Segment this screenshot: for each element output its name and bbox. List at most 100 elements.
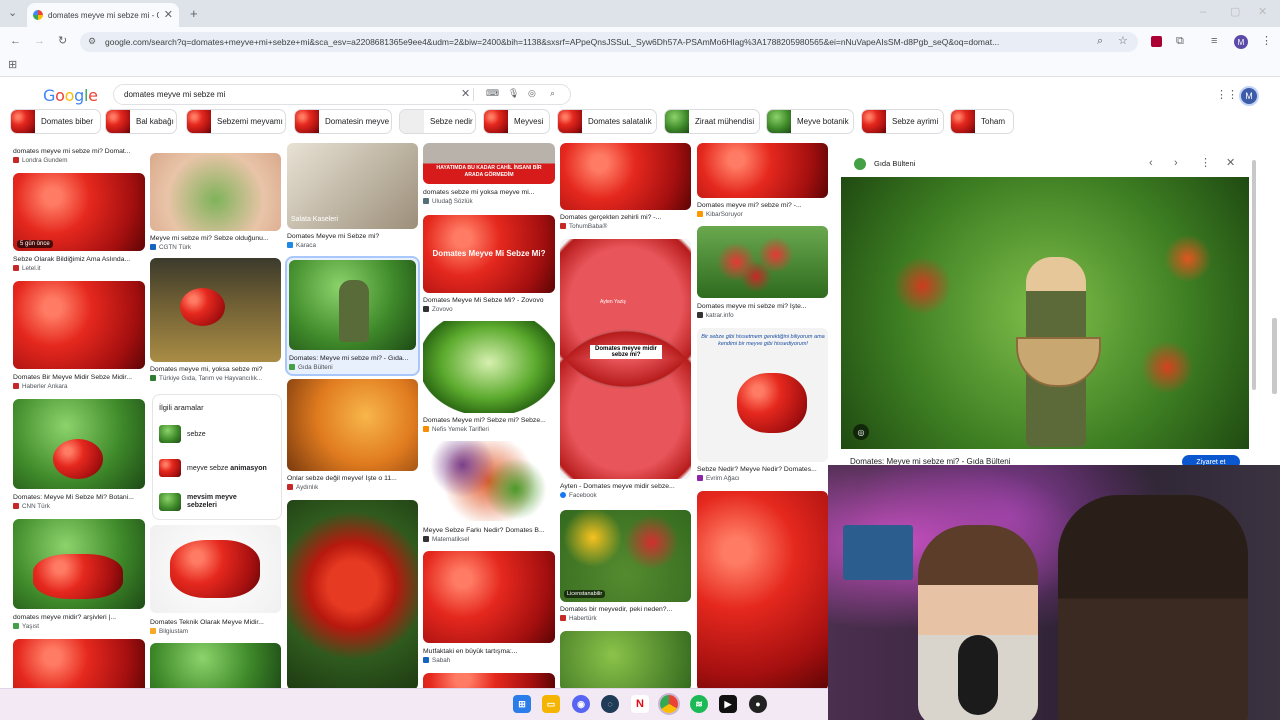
result-image[interactable]: [697, 226, 828, 298]
chip[interactable]: Sebze ayrimi: [861, 109, 944, 134]
chip[interactable]: Meyve botanik: [766, 109, 854, 134]
new-tab-icon[interactable]: +: [190, 7, 198, 20]
google-account-avatar[interactable]: M: [1239, 86, 1259, 106]
result-source[interactable]: TohumBaba®: [560, 223, 690, 230]
close-icon[interactable]: ✕: [164, 9, 173, 21]
result-caption[interactable]: Meyve Sebze Farkı Nedir? Domates B...: [423, 527, 553, 534]
extension-icon[interactable]: [1151, 36, 1162, 47]
result-source[interactable]: Matematiksel: [423, 536, 553, 543]
result-image[interactable]: [13, 281, 145, 369]
extensions-puzzle-icon[interactable]: ⧉: [1176, 36, 1184, 47]
obs-icon[interactable]: ●: [749, 695, 767, 713]
reload-icon[interactable]: ↻: [58, 36, 67, 47]
lens-search-icon[interactable]: ◎: [853, 424, 869, 440]
netflix-icon[interactable]: N: [631, 695, 649, 713]
result-source[interactable]: katrar.info: [697, 312, 827, 319]
media-control-icon[interactable]: ≡: [1211, 36, 1217, 47]
chip[interactable]: Toham: [950, 109, 1014, 134]
result-image[interactable]: [560, 143, 691, 210]
chip[interactable]: Meyvesi: [483, 109, 550, 134]
site-info-icon[interactable]: ⚙: [88, 37, 96, 46]
result-source[interactable]: Facebook: [560, 492, 690, 499]
panel-source-name[interactable]: Gıda Bülteni: [874, 159, 915, 168]
result-caption[interactable]: Domates: Meyve mi sebze mi? - Gıda...: [289, 355, 416, 362]
maximize-icon[interactable]: ▢: [1230, 7, 1240, 18]
related-item[interactable]: meyve sebze animasyon: [159, 459, 267, 477]
chip[interactable]: Ziraat mühendisi: [664, 109, 760, 134]
browser-tab[interactable]: domates meyve mi sebze mi - G ✕: [27, 3, 179, 27]
chip[interactable]: Bal kabağı: [105, 109, 177, 134]
previous-icon[interactable]: ‹: [1149, 158, 1153, 169]
result-caption[interactable]: Domates bir meyvedir, peki neden?...: [560, 606, 690, 613]
result-caption[interactable]: Domates Teknik Olarak Meyve Midir...: [150, 619, 280, 626]
result-source[interactable]: Aydınlık: [287, 484, 417, 491]
result-image[interactable]: [150, 153, 281, 231]
result-caption[interactable]: Domates: Meyve Mi Sebze Mi? Botani...: [13, 494, 143, 501]
result-caption[interactable]: Domates meyve mi, yoksa sebze mi?: [150, 366, 280, 373]
result-source[interactable]: Uludağ Sözlük: [423, 198, 553, 205]
result-image[interactable]: 5 gün önce: [13, 173, 145, 251]
chrome-icon[interactable]: [660, 695, 678, 713]
result-caption[interactable]: Mutfaktaki en büyük tartışma:...: [423, 648, 553, 655]
result-image[interactable]: [289, 260, 416, 350]
minimize-icon[interactable]: –: [1200, 7, 1206, 18]
result-image[interactable]: Salata Kaseleri: [287, 143, 418, 229]
menu-kebab-icon[interactable]: ⋮: [1261, 36, 1272, 47]
result-image[interactable]: [423, 441, 555, 521]
result-source[interactable]: Londra Gundem: [13, 157, 143, 164]
address-bar[interactable]: ⚙ google.com/search?q=domates+meyve+mi+s…: [80, 32, 1138, 52]
result-image[interactable]: [150, 258, 281, 362]
result-image[interactable]: Licenstanabilir: [560, 510, 691, 602]
result-source[interactable]: Türkiye Gıda, Tarım ve Hayvancılık...: [150, 375, 280, 382]
related-item[interactable]: mevsim meyve sebzeleri: [159, 493, 257, 511]
result-image[interactable]: Ayten Yaziş Domates meyve midir sebze mi…: [560, 239, 691, 479]
result-image[interactable]: [287, 500, 418, 688]
result-source[interactable]: Karaca: [287, 242, 417, 249]
result-caption[interactable]: Domates Meyve mi Sebze mi?: [287, 233, 417, 240]
result-caption[interactable]: Onlar sebze değil meyve! İşte o 11...: [287, 475, 417, 482]
next-icon[interactable]: ›: [1174, 158, 1178, 169]
result-caption[interactable]: Domates Meyve mi? Sebze mi? Sebze...: [423, 417, 553, 424]
result-caption[interactable]: Ayten - Domates meyve midir sebze...: [560, 483, 690, 490]
result-caption[interactable]: Meyve mi sebze mi? Sebze olduğunu...: [150, 235, 280, 242]
bookmark-star-icon[interactable]: ☆: [1118, 36, 1128, 47]
result-source[interactable]: Gıda Bülteni: [289, 364, 416, 371]
result-image[interactable]: [423, 551, 555, 643]
result-image[interactable]: [13, 519, 145, 609]
result-source[interactable]: Letel.it: [13, 265, 143, 272]
chip[interactable]: Domates salatalık: [557, 109, 657, 134]
forward-arrow-icon[interactable]: →: [34, 36, 45, 47]
result-source[interactable]: Yaşıst: [13, 623, 143, 630]
result-source[interactable]: CNN Türk: [13, 503, 143, 510]
result-source[interactable]: Zovovo: [423, 306, 553, 313]
result-image[interactable]: HAYATIMDA BU KADAR CAHİL İNSANI BİR ARAD…: [423, 143, 555, 184]
result-caption[interactable]: Sebze Nedir? Meyve Nedir? Domates...: [697, 466, 827, 473]
search-box[interactable]: domates meyve mi sebze mi ✕ ⌨ 🎙 ◎ ⌕: [113, 84, 571, 105]
page-scrollbar[interactable]: [1272, 318, 1277, 394]
result-caption[interactable]: Domates meyve mi sebze mi? İşte...: [697, 303, 827, 310]
result-source[interactable]: Evrim Ağacı: [697, 475, 827, 482]
discord-icon[interactable]: ◉: [572, 695, 590, 713]
chip[interactable]: Sebzemi meyvamı: [186, 109, 286, 134]
search-input[interactable]: domates meyve mi sebze mi: [124, 90, 225, 99]
result-image[interactable]: [287, 379, 418, 471]
result-image[interactable]: [697, 143, 828, 198]
result-image[interactable]: [13, 399, 145, 489]
result-image[interactable]: [150, 525, 281, 613]
related-item[interactable]: sebze: [159, 425, 206, 443]
result-caption[interactable]: Domates meyve mi? sebze mi? -...: [697, 202, 827, 209]
result-image[interactable]: [150, 643, 281, 688]
file-explorer-icon[interactable]: ▭: [542, 695, 560, 713]
start-icon[interactable]: ⊞: [513, 695, 531, 713]
result-image[interactable]: [560, 631, 691, 688]
result-caption[interactable]: Domates Meyve Mi Sebze Mi? - Zovovo: [423, 297, 553, 304]
result-source[interactable]: Nefis Yemek Tarifleri: [423, 426, 553, 433]
chip[interactable]: Domates biber: [10, 109, 101, 134]
result-image[interactable]: [423, 673, 555, 688]
result-source[interactable]: CGTN Türk: [150, 244, 280, 251]
close-panel-icon[interactable]: ✕: [1226, 158, 1235, 169]
clear-icon[interactable]: ✕: [461, 89, 470, 100]
app-icon[interactable]: ◌: [601, 695, 619, 713]
chip[interactable]: Domatesin meyve: [294, 109, 392, 134]
tab-search-icon[interactable]: ⌄: [8, 8, 17, 19]
